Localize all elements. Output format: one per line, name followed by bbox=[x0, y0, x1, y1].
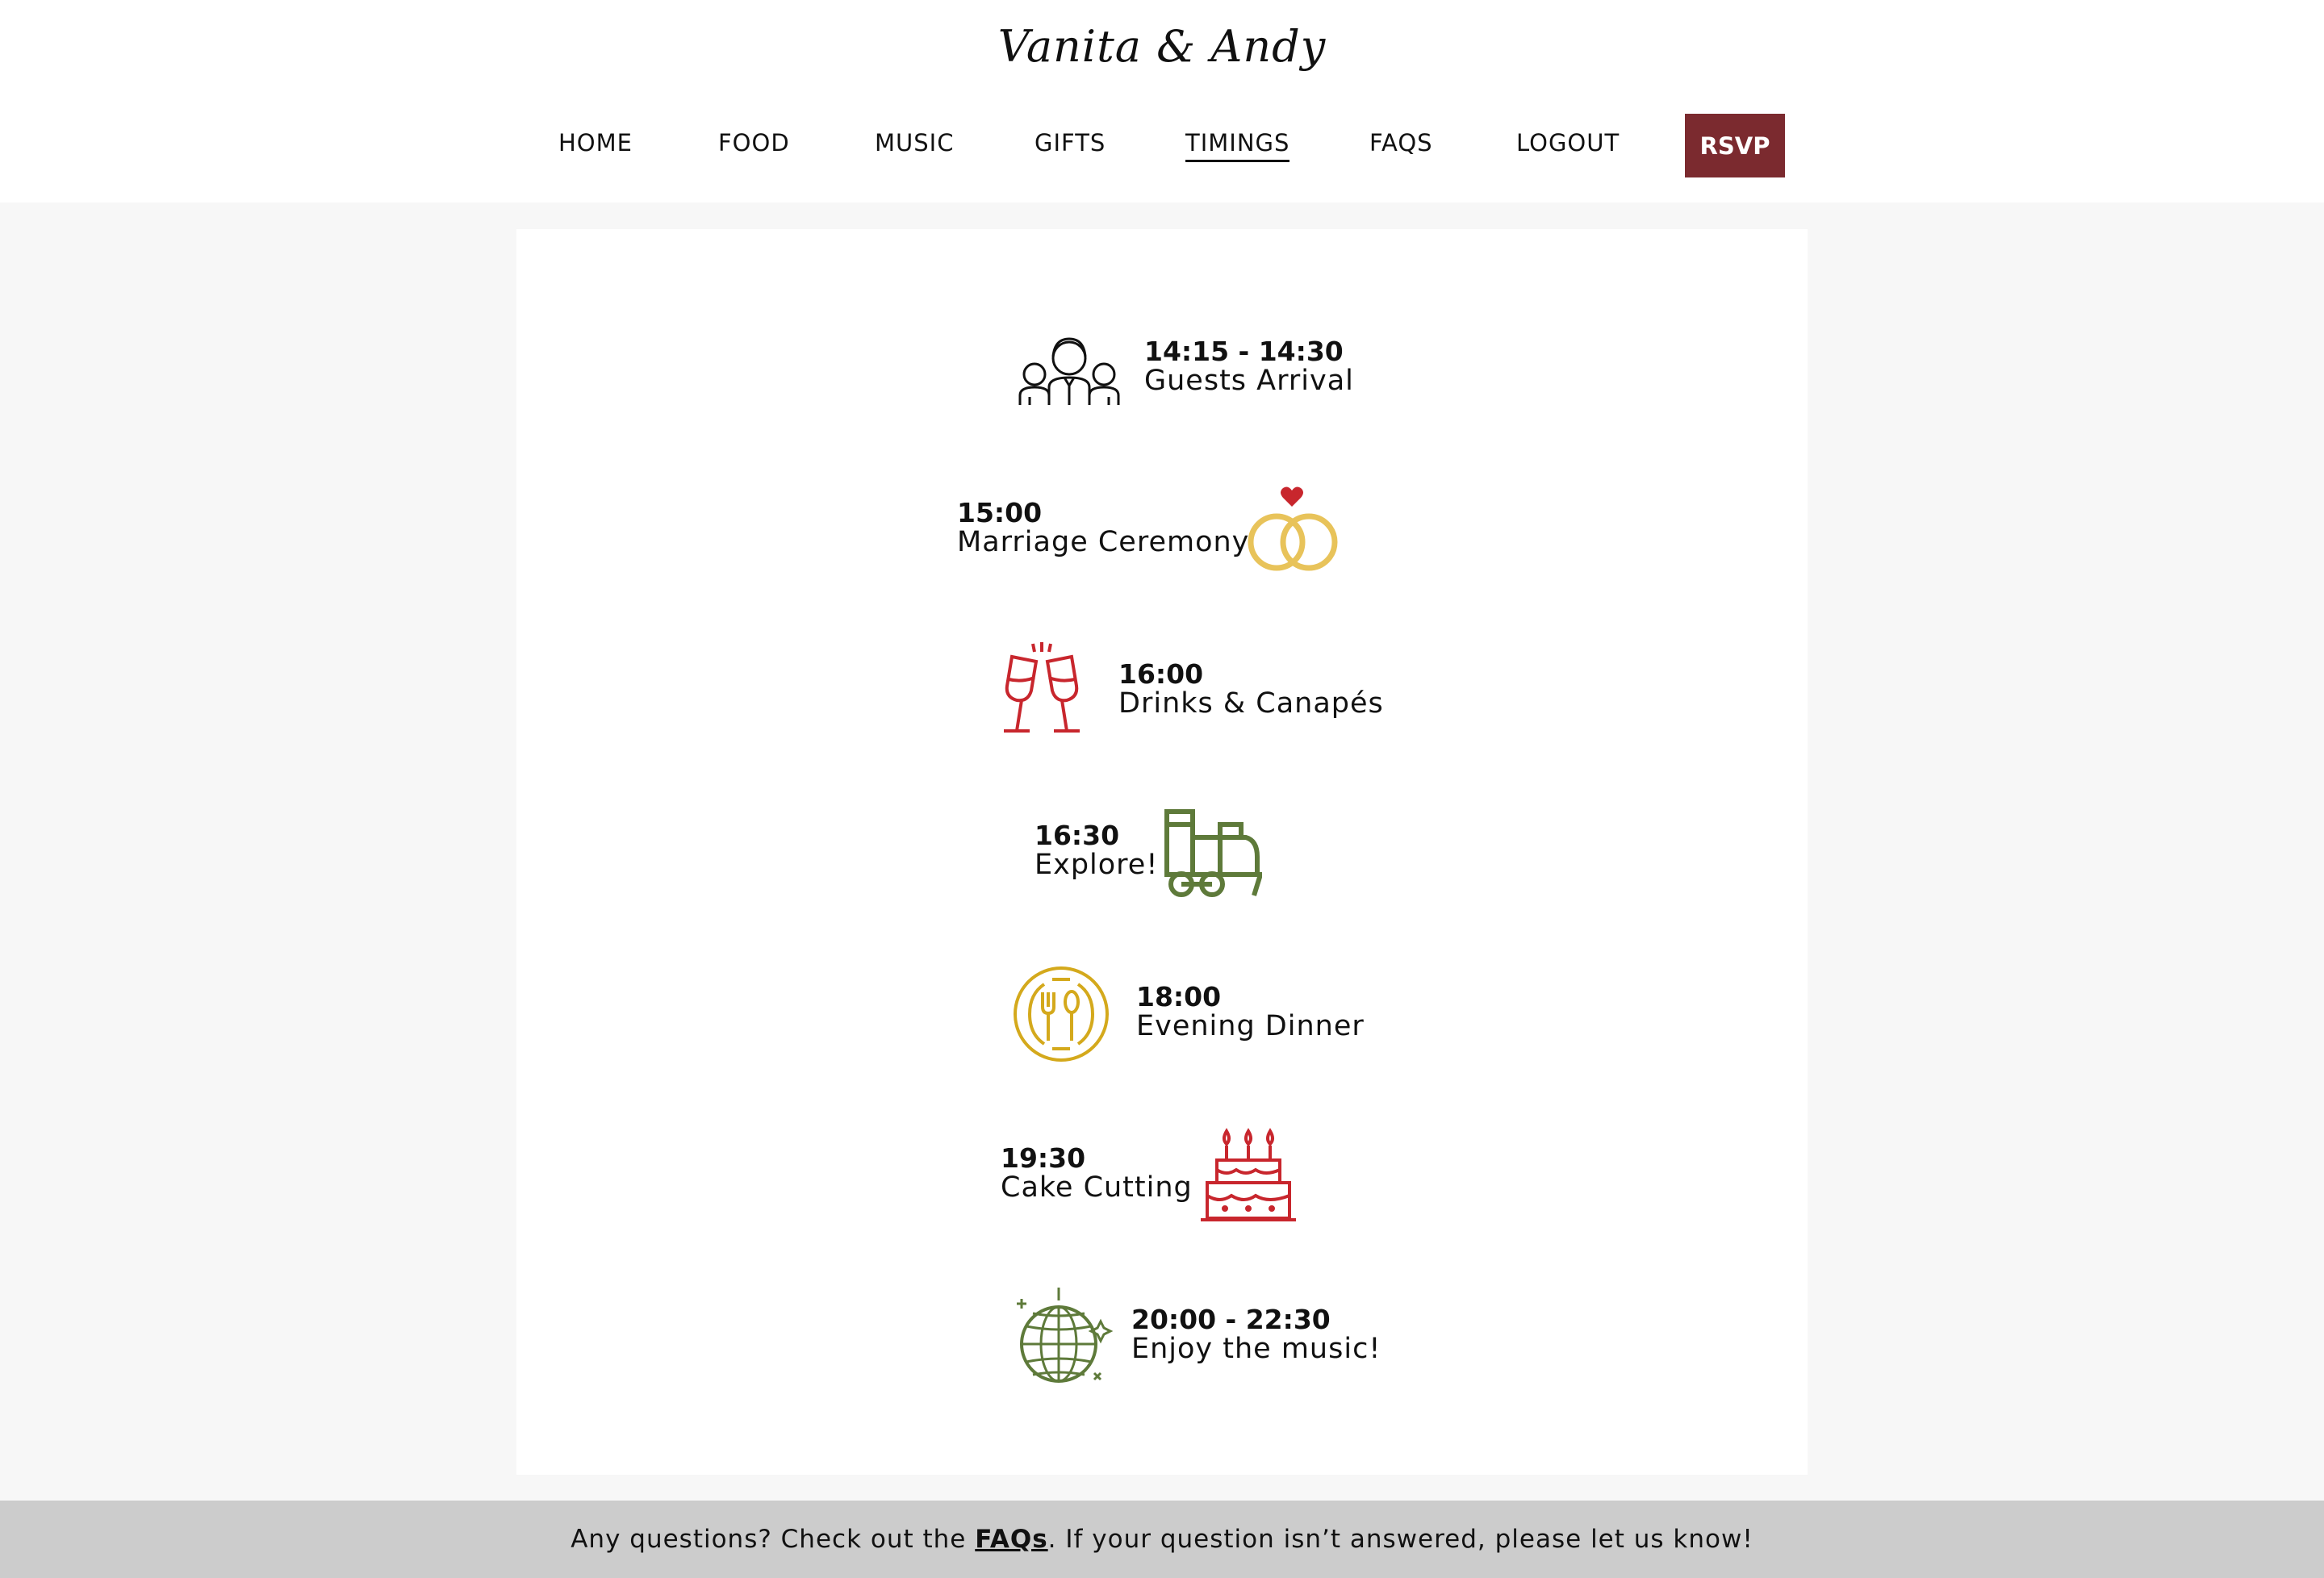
champagne-glasses-icon bbox=[1004, 642, 1080, 733]
site-title[interactable]: Vanita & Andy bbox=[0, 21, 2324, 72]
event-time: 15:00 bbox=[957, 497, 1043, 528]
nav-food[interactable]: FOOD bbox=[718, 129, 790, 157]
timings-card: 14:15 - 14:30 Guests Arrival 15:00 Marri… bbox=[516, 229, 1808, 1475]
footer-bar: Any questions? Check out the FAQs . If y… bbox=[0, 1501, 2324, 1578]
footer-faqs-link[interactable]: FAQs bbox=[975, 1525, 1047, 1554]
nav-home[interactable]: HOME bbox=[558, 129, 633, 157]
train-icon bbox=[1164, 809, 1262, 897]
event-label: Marriage Ceremony bbox=[957, 526, 1250, 558]
footer-text-before: Any questions? Check out the bbox=[571, 1525, 976, 1554]
nav-faqs[interactable]: FAQS bbox=[1369, 129, 1433, 157]
cake-icon bbox=[1201, 1128, 1296, 1221]
event-time: 19:30 bbox=[1001, 1142, 1086, 1174]
event-label: Drinks & Canapés bbox=[1118, 687, 1384, 720]
event-time: 18:00 bbox=[1136, 981, 1222, 1012]
event-time: 16:30 bbox=[1035, 820, 1120, 851]
rsvp-button[interactable]: RSVP bbox=[1685, 114, 1785, 177]
disco-ball-icon bbox=[1017, 1288, 1114, 1383]
event-time: 20:00 - 22:30 bbox=[1131, 1304, 1331, 1335]
plate-cutlery-icon bbox=[1014, 966, 1109, 1062]
nav-music[interactable]: MUSIC bbox=[875, 129, 954, 157]
nav-gifts[interactable]: GIFTS bbox=[1035, 129, 1106, 157]
footer-text-after: . If your question isn’t answered, pleas… bbox=[1047, 1525, 1753, 1554]
nav-logout[interactable]: LOGOUT bbox=[1516, 129, 1620, 157]
event-label: Cake Cutting bbox=[1001, 1171, 1193, 1204]
site-header: Vanita & Andy HOME FOOD MUSIC GIFTS TIMI… bbox=[0, 0, 2324, 202]
rings-icon bbox=[1248, 486, 1338, 571]
event-time: 14:15 - 14:30 bbox=[1144, 336, 1344, 367]
event-label: Evening Dinner bbox=[1136, 1010, 1365, 1042]
guests-icon bbox=[1018, 337, 1120, 405]
event-label: Guests Arrival bbox=[1144, 365, 1354, 397]
event-time: 16:00 bbox=[1118, 658, 1204, 690]
nav-timings[interactable]: TIMINGS bbox=[1185, 129, 1290, 162]
event-label: Enjoy the music! bbox=[1131, 1333, 1381, 1365]
event-label: Explore! bbox=[1035, 849, 1159, 881]
